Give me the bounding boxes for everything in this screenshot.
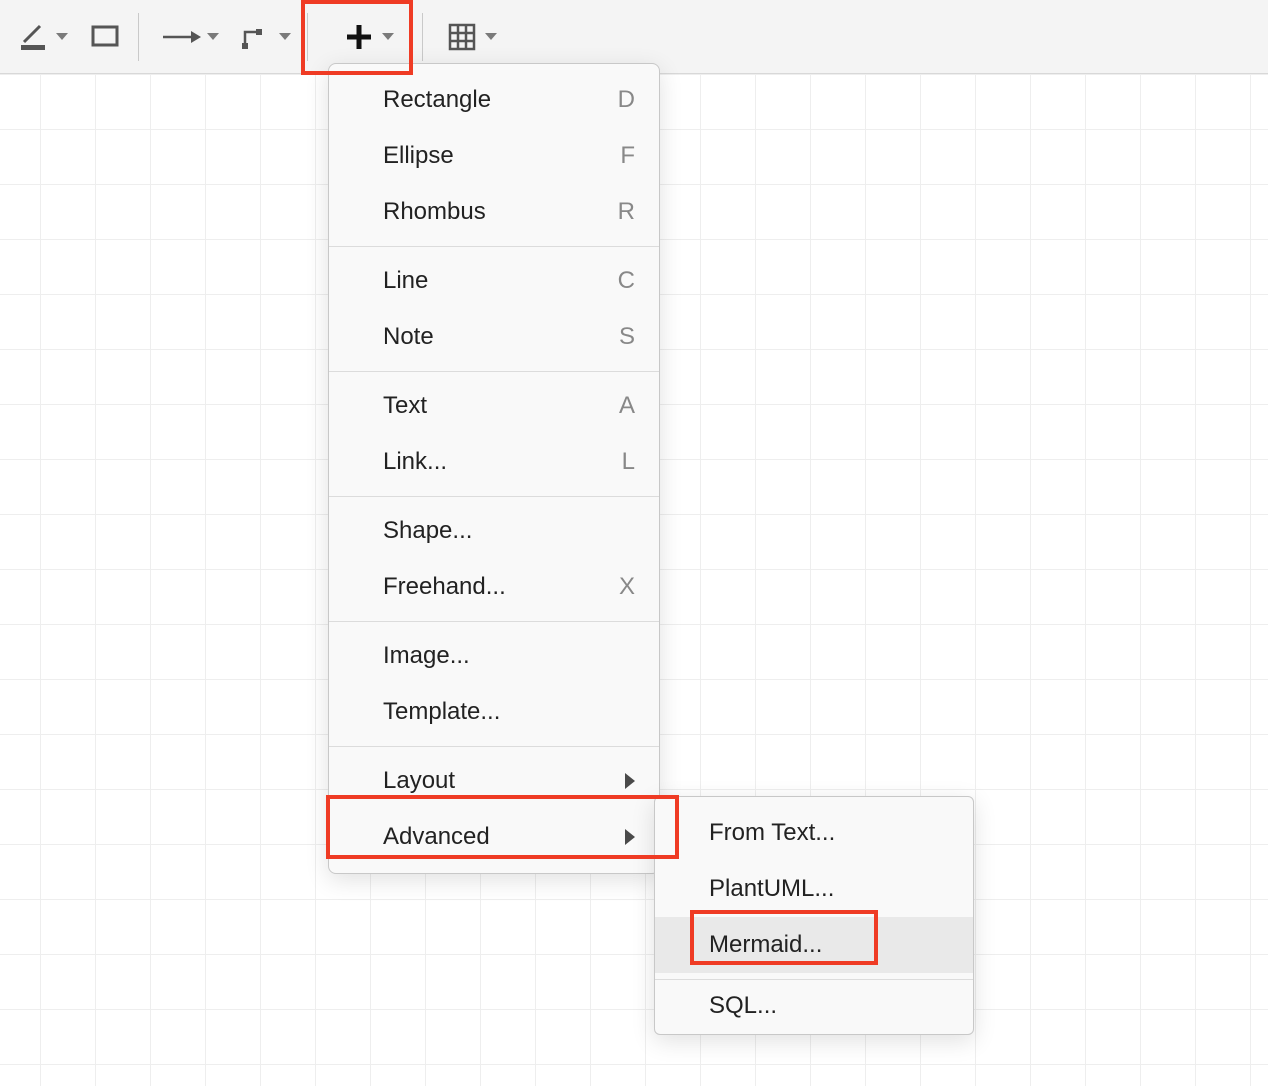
menu-item-template[interactable]: Template... bbox=[329, 684, 659, 740]
menu-separator bbox=[329, 371, 659, 372]
menu-item-advanced[interactable]: Advanced bbox=[329, 809, 659, 865]
advanced-submenu: From Text... PlantUML... Mermaid... SQL.… bbox=[654, 796, 974, 1035]
menu-item-rectangle[interactable]: Rectangle D bbox=[329, 72, 659, 128]
submenu-item-from-text[interactable]: From Text... bbox=[655, 805, 973, 861]
fill-color-icon bbox=[88, 20, 122, 54]
menu-item-note[interactable]: Note S bbox=[329, 309, 659, 365]
menu-item-layout[interactable]: Layout bbox=[329, 753, 659, 809]
menu-separator bbox=[655, 979, 973, 980]
menu-separator bbox=[329, 246, 659, 247]
plus-icon bbox=[342, 20, 376, 54]
menu-separator bbox=[329, 746, 659, 747]
chevron-down-icon bbox=[485, 33, 497, 40]
menu-item-rhombus[interactable]: Rhombus R bbox=[329, 184, 659, 240]
menu-separator bbox=[329, 496, 659, 497]
menu-item-shape[interactable]: Shape... bbox=[329, 503, 659, 559]
waypoints-button[interactable] bbox=[229, 9, 301, 65]
chevron-down-icon bbox=[279, 33, 291, 40]
chevron-right-icon bbox=[625, 773, 635, 789]
menu-item-line[interactable]: Line C bbox=[329, 253, 659, 309]
arrow-right-icon bbox=[161, 20, 201, 54]
menu-item-ellipse[interactable]: Ellipse F bbox=[329, 128, 659, 184]
toolbar-separator bbox=[307, 13, 308, 61]
chevron-down-icon bbox=[56, 33, 68, 40]
insert-menu: Rectangle D Ellipse F Rhombus R Line C N… bbox=[328, 63, 660, 874]
submenu-item-plantuml[interactable]: PlantUML... bbox=[655, 861, 973, 917]
grid-icon bbox=[445, 20, 479, 54]
chevron-down-icon bbox=[382, 33, 394, 40]
line-color-button[interactable] bbox=[6, 9, 78, 65]
connection-arrow-button[interactable] bbox=[151, 9, 229, 65]
menu-item-link[interactable]: Link... L bbox=[329, 434, 659, 490]
toolbar-separator bbox=[422, 13, 423, 61]
submenu-item-sql[interactable]: SQL... bbox=[655, 986, 973, 1026]
waypoints-icon bbox=[239, 20, 273, 54]
menu-item-text[interactable]: Text A bbox=[329, 378, 659, 434]
menu-item-freehand[interactable]: Freehand... X bbox=[329, 559, 659, 615]
table-button[interactable] bbox=[435, 9, 507, 65]
submenu-item-mermaid[interactable]: Mermaid... bbox=[655, 917, 973, 973]
fill-color-button[interactable] bbox=[78, 9, 132, 65]
line-color-icon bbox=[16, 20, 50, 54]
menu-item-image[interactable]: Image... bbox=[329, 628, 659, 684]
menu-separator bbox=[329, 621, 659, 622]
insert-button[interactable] bbox=[320, 9, 416, 65]
toolbar-separator bbox=[138, 13, 139, 61]
chevron-right-icon bbox=[625, 829, 635, 845]
chevron-down-icon bbox=[207, 33, 219, 40]
